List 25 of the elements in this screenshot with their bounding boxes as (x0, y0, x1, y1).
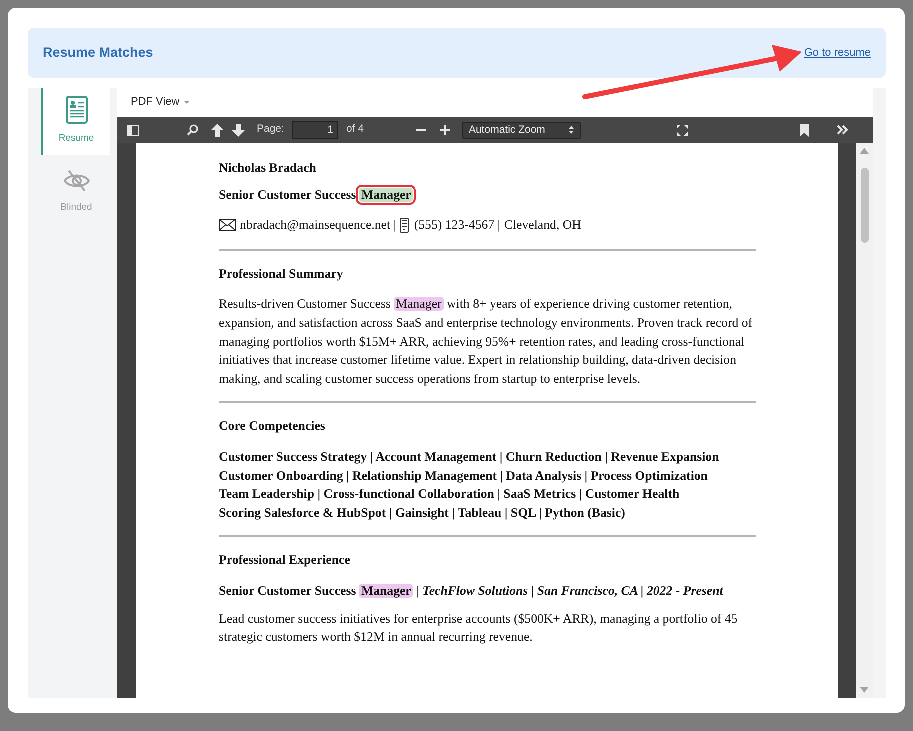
skills-line: Customer Onboarding | Relationship Management | Data Analysis | Process Optimization (219, 468, 709, 485)
section-heading: Professional Summary (219, 266, 344, 283)
skills-line: Customer Success Strategy | Account Management | Churn Reduction | Revenue Expansion (219, 448, 720, 466)
dialog-title: Resume Matches (43, 44, 154, 62)
paragraph: Lead customer success initiatives for enterprise accounts ($500K+ ARR), managing a portfolio of 45 strategic customers worth $12M in annual recurring revenue. (219, 610, 739, 646)
highlighted-word: Manager (359, 188, 414, 202)
section-heading: Core Competencies (219, 418, 326, 436)
page-label: Page: (257, 122, 284, 138)
job-title: Senior Customer Success Manager (219, 186, 414, 204)
highlighted-word: Manager (359, 584, 414, 598)
page-number-field[interactable]: 1 (292, 121, 338, 139)
candidate-name: Nicholas Bradach (219, 160, 318, 177)
section-heading: Professional Experience (219, 552, 352, 570)
paragraph: Results-driven Customer Success Manager with 8+ years of experience driving customer retention, expansion, and satisfaction across SaaS and enterprise technology environments. Proven track record of managing portfolios worth $15M+ ARR, achieving 95%+ retention rates, and leading cross-functional initiatives that increase customer lifetime value. Expert in relationship building, data-driven decision making, and scaling customer success operations from startup to enterprise levels. (219, 296, 754, 388)
contact-info: nbradach@mainsequence.net | (240, 217, 396, 234)
contact-info: Cleveland, OH (504, 217, 582, 234)
skills-line: Scoring Salesforce & HubSpot | Gainsight | Tableau | SQL | Python (Basic) (219, 504, 626, 522)
highlighted-word: Manager (394, 297, 444, 312)
contact-info: (555) 123-4567 | (414, 217, 500, 234)
job-title: Senior Customer Success Manager | TechFlow Solutions | San Francisco, CA | 2022 - Present (219, 582, 725, 600)
skills-line: Team Leadership | Cross-functional Collaboration | SaaS Metrics | Customer Health (219, 486, 681, 504)
zoom-select[interactable]: Automatic Zoom (462, 122, 582, 138)
go-to-resume-link[interactable]: Go to resume (804, 44, 871, 62)
view-dropdown[interactable]: PDF View (131, 94, 180, 111)
page-count: of 4 (346, 122, 364, 138)
